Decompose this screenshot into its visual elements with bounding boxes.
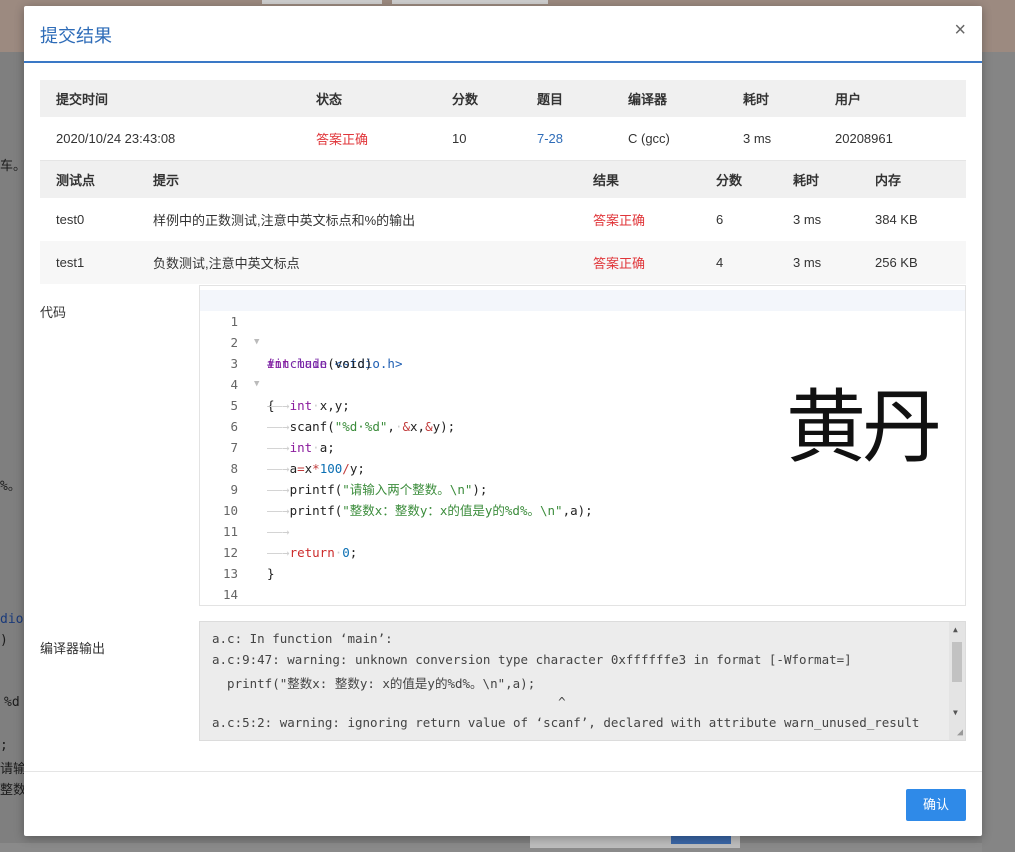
backdrop-text: ; <box>0 738 8 753</box>
testcase-hint: 样例中的正数测试,注意中英文标点和%的输出 <box>153 213 416 228</box>
close-icon[interactable]: × <box>954 20 966 40</box>
header-status: 状态 <box>316 92 343 107</box>
modal-header: 提交结果 × <box>24 6 982 63</box>
confirm-button[interactable]: 确认 <box>906 789 966 821</box>
header-memory: 内存 <box>875 173 902 188</box>
scrollbar[interactable]: ▲ ▼ <box>949 622 965 740</box>
problem-link[interactable]: 7-28 <box>521 117 612 160</box>
submission-result-modal: 提交结果 × 提交时间 状态 分数 题目 编译器 耗时 用户 2020/10/2… <box>24 6 982 836</box>
table-row: test1 负数测试,注意中英文标点 答案正确 4 3 ms 256 KB <box>40 241 966 284</box>
compiler-output-label: 编译器输出 <box>40 641 106 656</box>
scroll-thumb[interactable] <box>952 642 962 682</box>
header-duration: 耗时 <box>743 92 770 107</box>
header-result: 结果 <box>593 173 620 188</box>
submit-time: 2020/10/24 23:43:08 <box>56 130 176 146</box>
output-line: printf("整数x: 整数y: x的值是y的%d%。\n",a); <box>212 676 536 691</box>
compiler-output[interactable]: a.c: In function ‘main’: a.c:9:47: warni… <box>199 621 966 741</box>
code-line: 3 ▼ { <box>200 332 965 413</box>
testcase-result: 答案正确 <box>593 213 646 228</box>
table-row: test0 样例中的正数测试,注意中英文标点和%的输出 答案正确 6 3 ms … <box>40 198 966 241</box>
testcase-memory: 384 KB <box>875 212 918 227</box>
testcase-id: test1 <box>56 255 85 270</box>
scroll-up-icon[interactable]: ▲ <box>953 625 958 634</box>
code-label: 代码 <box>40 305 67 320</box>
code-line: 14 <box>200 563 965 602</box>
compiler-value: C (gcc) <box>628 130 670 146</box>
header-duration: 耗时 <box>793 173 820 188</box>
header-user: 用户 <box>835 92 862 107</box>
table-row: 2020/10/24 23:43:08 答案正确 10 7-28 C (gcc)… <box>40 117 966 160</box>
summary-table: 提交时间 状态 分数 题目 编译器 耗时 用户 2020/10/24 23:43… <box>40 80 966 161</box>
backdrop-text: %d <box>4 695 20 710</box>
header-score: 分数 <box>716 173 743 188</box>
testcase-table: 测试点 提示 结果 分数 耗时 内存 test0 样例中的正数测试,注意中英文标… <box>40 161 966 284</box>
testcase-hint: 负数测试,注意中英文标点 <box>153 256 300 271</box>
header-compiler: 编译器 <box>628 92 668 107</box>
duration-value: 3 ms <box>743 130 772 146</box>
modal-title: 提交结果 <box>40 26 112 46</box>
backdrop-tab <box>262 0 382 4</box>
header-problem: 题目 <box>537 92 564 107</box>
output-line: a.c:9:47: warning: unknown conversion ty… <box>212 652 852 667</box>
testcase-duration: 3 ms <box>793 212 822 227</box>
testcase-memory: 256 KB <box>875 255 918 270</box>
header-submit-time: 提交时间 <box>56 92 109 107</box>
output-line: ^ <box>212 694 566 709</box>
header-hint: 提示 <box>153 173 180 188</box>
code-line: 10 ——→ <box>200 479 965 539</box>
header-score: 分数 <box>452 92 479 107</box>
testcase-score: 6 <box>716 212 724 227</box>
output-line: a.c:5:2: warning: ignoring return value … <box>212 715 920 730</box>
summary-header-row: 提交时间 状态 分数 题目 编译器 耗时 用户 <box>40 80 966 117</box>
status-text: 答案正确 <box>316 131 369 147</box>
resize-handle-icon[interactable]: ◢ <box>957 727 963 738</box>
header-testcase: 测试点 <box>56 173 96 188</box>
output-line: a.c: In function ‘main’: <box>212 631 393 646</box>
watermark-text: 黄丹 <box>786 381 942 474</box>
code-line: 1 ▼ #include·<stdio.h> <box>200 290 965 371</box>
backdrop-right <box>982 52 1015 852</box>
testcase-score: 4 <box>716 255 724 270</box>
code-line: 13 <box>200 542 965 581</box>
testcase-id: test0 <box>56 212 85 227</box>
line-number: 14 <box>222 587 238 602</box>
score-value: 10 <box>452 130 467 146</box>
backdrop-text: %。 <box>0 479 21 494</box>
testcase-duration: 3 ms <box>793 255 822 270</box>
testcase-result: 答案正确 <box>593 256 646 271</box>
testcase-header-row: 测试点 提示 结果 分数 耗时 内存 <box>40 161 966 198</box>
backdrop-text: 车。 <box>0 159 27 174</box>
scroll-down-icon[interactable]: ▼ <box>953 708 958 717</box>
modal-footer: 确认 <box>24 771 982 836</box>
code-line: 12 } <box>200 521 965 581</box>
code-line: 11 ——→return·0; <box>200 500 965 560</box>
backdrop-tab <box>392 0 548 4</box>
user-value: 20208961 <box>835 130 893 146</box>
backdrop-text: ) <box>0 633 8 648</box>
code-line: 2 int·main(void) <box>200 311 965 371</box>
